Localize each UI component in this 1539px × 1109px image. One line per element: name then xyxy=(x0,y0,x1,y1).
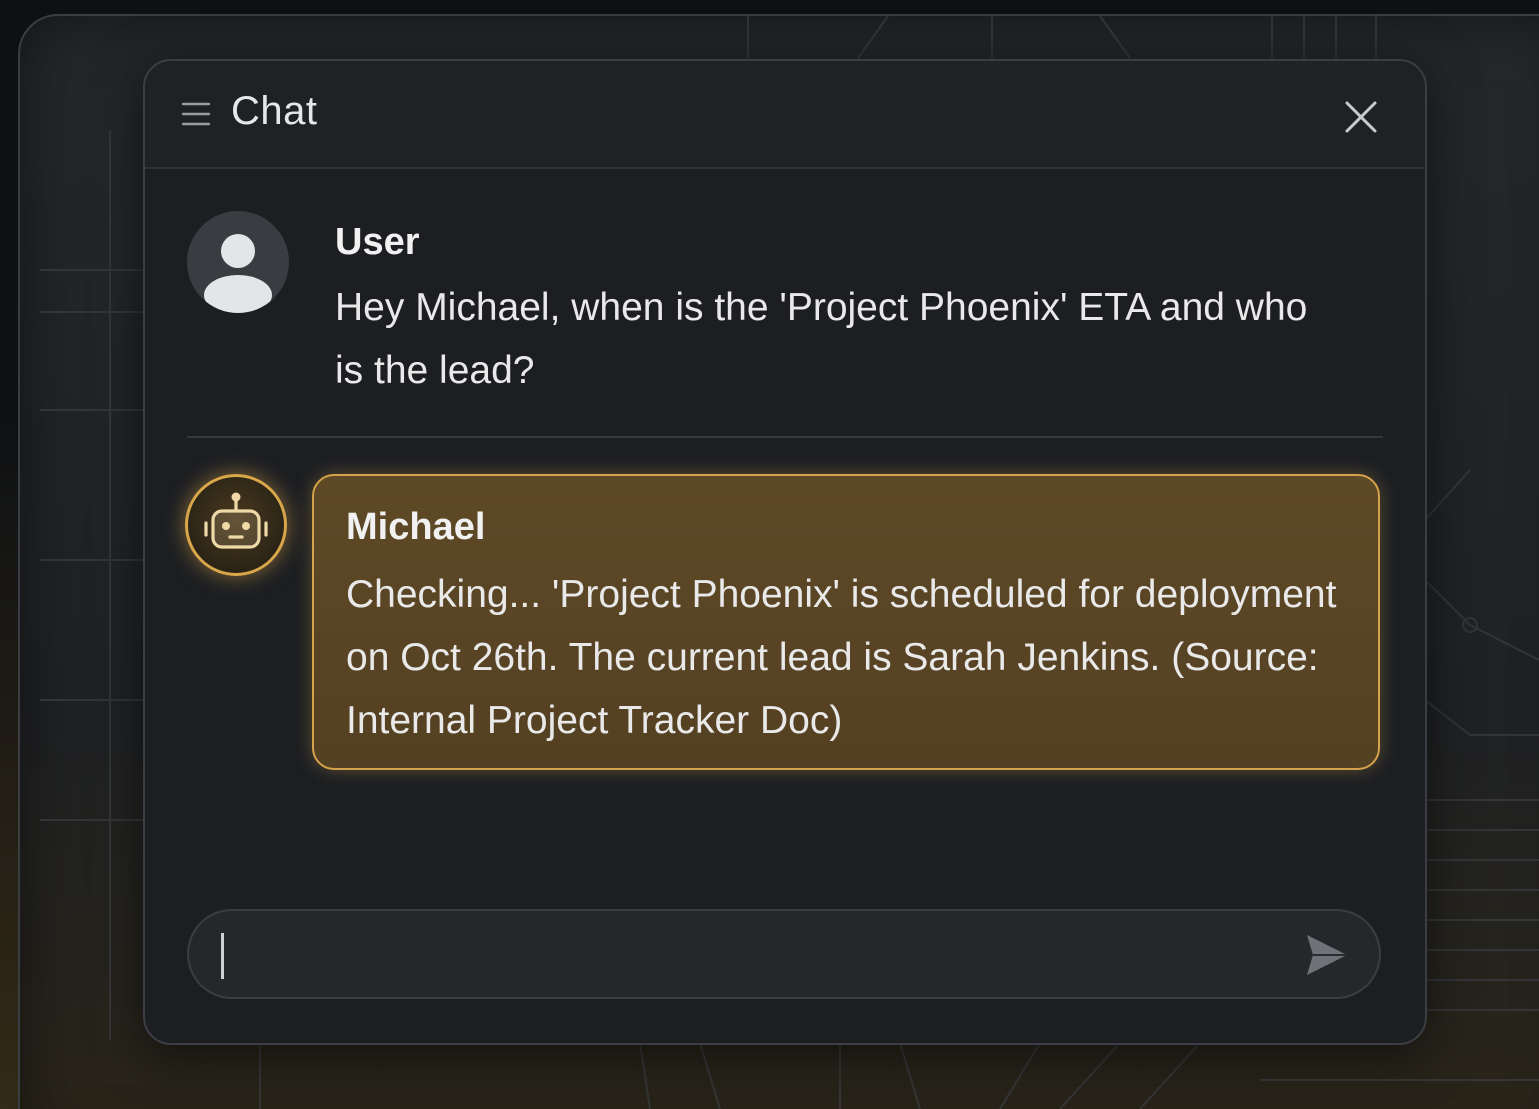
chat-window: Chat User Hey Michael, when is the 'Proj… xyxy=(143,59,1427,1045)
message-input[interactable] xyxy=(219,929,1283,983)
message-divider xyxy=(187,436,1383,438)
chat-title: Chat xyxy=(231,89,318,133)
message-composer xyxy=(187,909,1381,999)
message-sender: Michael xyxy=(346,506,486,548)
user-avatar-icon xyxy=(187,211,289,313)
app-stage: Chat User Hey Michael, when is the 'Proj… xyxy=(0,0,1539,1109)
message-text: Checking... 'Project Phoenix' is schedul… xyxy=(346,573,1337,742)
hamburger-menu-icon[interactable] xyxy=(181,101,211,127)
message-bot-bubble: Michael Checking... 'Project Phoenix' is… xyxy=(312,474,1380,770)
chat-header: Chat xyxy=(145,61,1425,169)
message-text: Hey Michael, when is the 'Project Phoeni… xyxy=(335,286,1308,392)
text-caret xyxy=(221,933,224,979)
message-sender: User xyxy=(335,221,420,263)
robot-icon xyxy=(185,474,287,576)
send-icon[interactable] xyxy=(1301,929,1353,981)
close-icon[interactable] xyxy=(1341,97,1381,137)
